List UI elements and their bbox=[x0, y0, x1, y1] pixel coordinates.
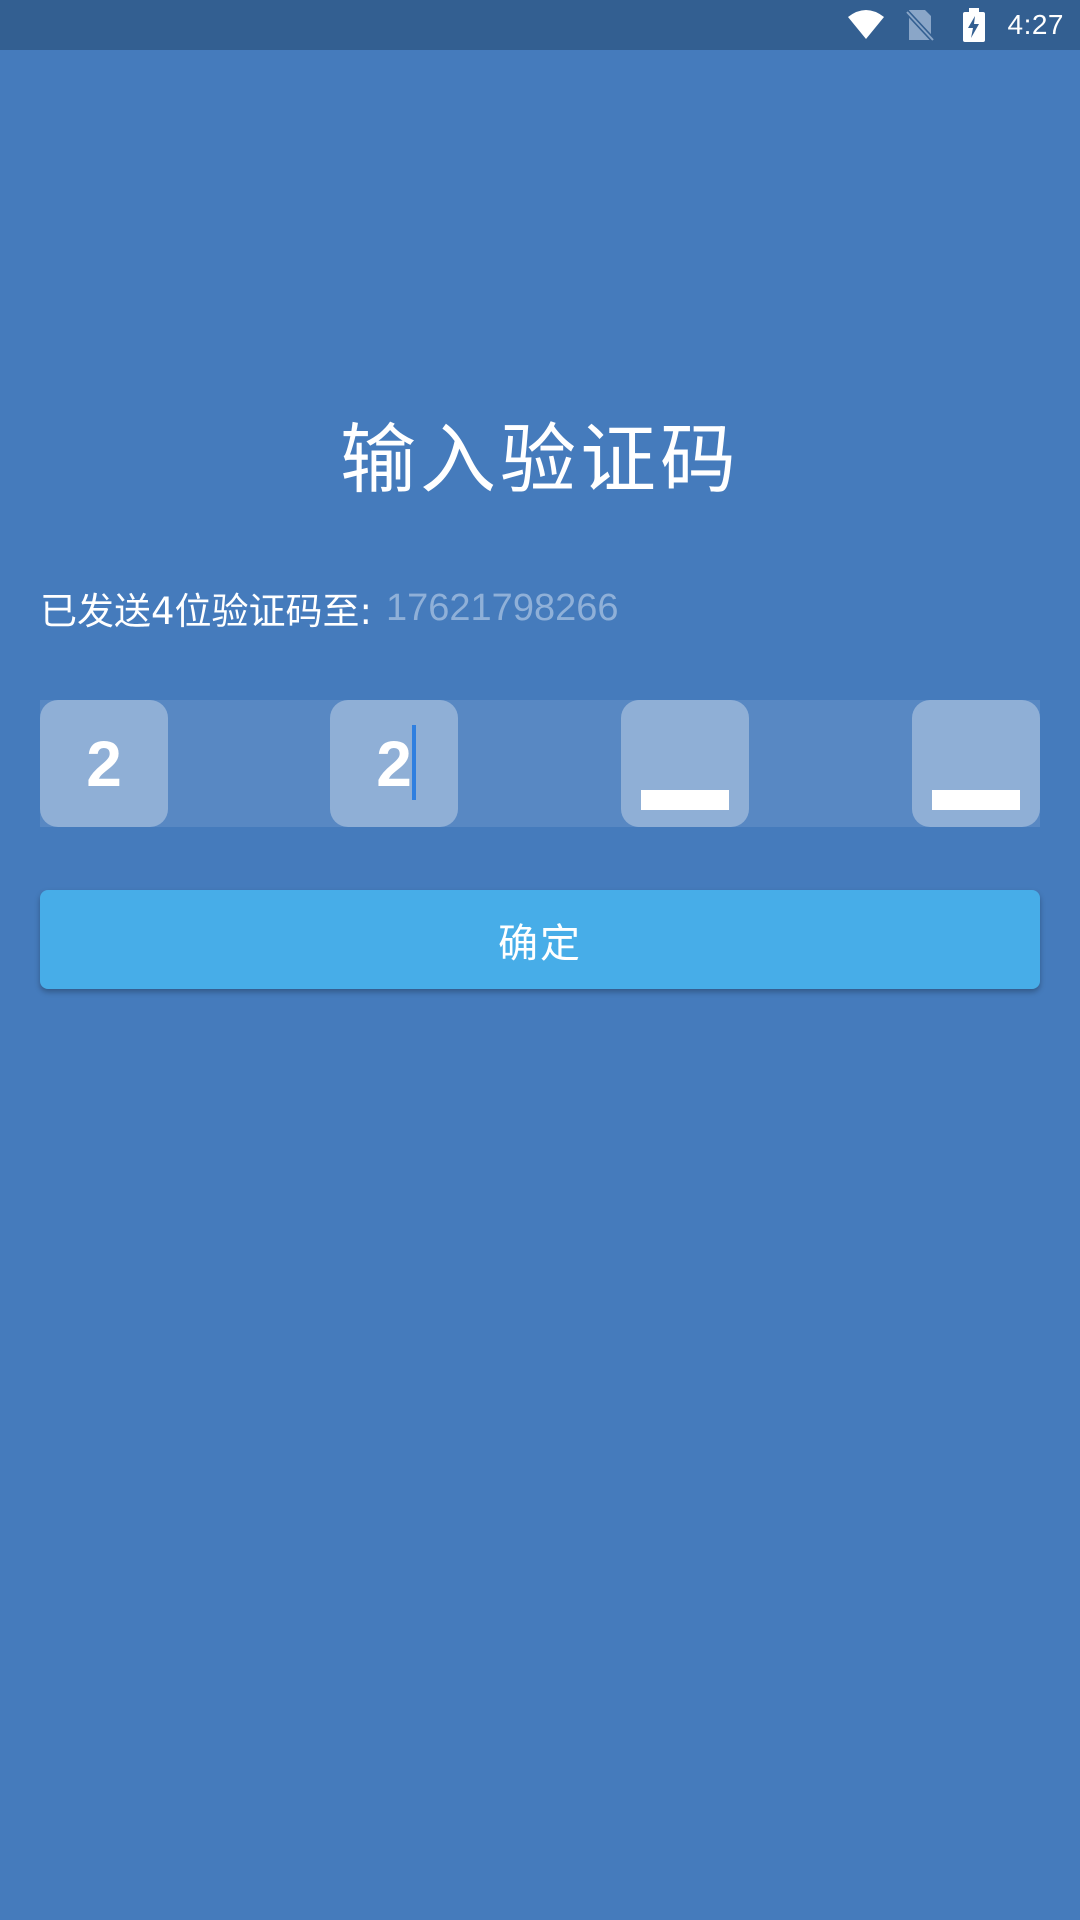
confirm-button[interactable]: 确定 bbox=[40, 890, 1040, 989]
code-digit-2: 2 bbox=[376, 727, 412, 800]
empty-digit-placeholder bbox=[641, 790, 729, 810]
code-box-2[interactable]: 2 bbox=[330, 700, 458, 827]
status-icons: 4:27 bbox=[846, 0, 1065, 50]
sent-message: 已发送4位验证码至: 17621798266 bbox=[40, 583, 619, 634]
text-cursor bbox=[412, 725, 416, 800]
sent-message-label: 已发送4位验证码至: bbox=[40, 590, 373, 633]
verification-code-input[interactable]: 2 2 bbox=[40, 700, 1040, 827]
code-digit-1: 2 bbox=[86, 727, 122, 800]
status-bar: 4:27 bbox=[0, 0, 1080, 50]
status-time: 4:27 bbox=[1007, 9, 1064, 40]
code-box-4[interactable] bbox=[912, 700, 1040, 827]
no-sim-icon bbox=[900, 5, 940, 45]
empty-digit-placeholder bbox=[932, 790, 1020, 810]
wifi-icon bbox=[846, 5, 886, 45]
code-box-3[interactable] bbox=[621, 700, 749, 827]
phone-number: 17621798266 bbox=[386, 586, 619, 629]
battery-charging-icon bbox=[954, 5, 994, 45]
page-title: 输入验证码 bbox=[340, 415, 740, 504]
code-box-1[interactable]: 2 bbox=[40, 700, 168, 827]
